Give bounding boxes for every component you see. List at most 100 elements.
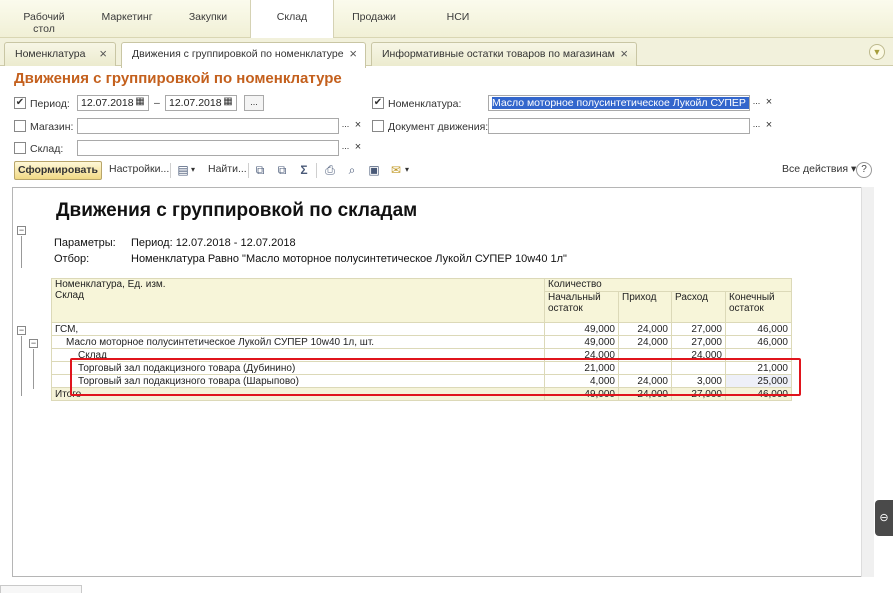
print-icon[interactable]: ⎙ xyxy=(322,162,338,178)
collapse-icon[interactable]: − xyxy=(29,339,38,348)
sum-icon[interactable]: Σ xyxy=(296,162,312,178)
row-expense: 27,000 xyxy=(671,322,726,336)
separator xyxy=(170,163,171,178)
close-icon[interactable]: × xyxy=(99,46,107,61)
close-icon[interactable]: × xyxy=(620,46,628,61)
document-field[interactable] xyxy=(488,118,750,134)
header-start-balance: Начальный остаток xyxy=(544,291,619,323)
group-line xyxy=(21,336,22,396)
mail-icon[interactable]: ✉ xyxy=(388,162,404,178)
copy-icon[interactable]: ⧉ xyxy=(252,162,268,178)
close-icon[interactable]: × xyxy=(763,96,775,108)
table-header-row: Номенклатура, Ед. изм. Склад Количество xyxy=(51,277,792,323)
collapse-icon[interactable]: − xyxy=(17,326,26,335)
help-icon[interactable]: ? xyxy=(856,162,872,178)
document-label: Документ движения: xyxy=(388,121,489,133)
separator xyxy=(248,163,249,178)
variant-icon[interactable]: ▤ xyxy=(175,162,191,178)
close-icon[interactable]: × xyxy=(349,46,357,61)
store-field[interactable] xyxy=(77,118,339,134)
close-icon[interactable]: × xyxy=(352,119,364,131)
close-icon[interactable]: × xyxy=(352,141,364,153)
collapse-icon[interactable]: − xyxy=(17,226,26,235)
store-label: Магазин: xyxy=(30,121,74,133)
header-nomenclature-line2: Склад xyxy=(55,290,84,301)
side-panel-icon[interactable]: ⊖ xyxy=(875,500,893,536)
calendar-icon[interactable]: ▦ xyxy=(134,96,146,107)
sections-panel: Рабочий стол Маркетинг Закупки Склад Про… xyxy=(0,0,893,39)
header-expense: Расход xyxy=(671,291,726,323)
section-sales[interactable]: Продажи xyxy=(344,0,404,38)
bottom-panel-tab[interactable] xyxy=(0,585,82,593)
row-start: 49,000 xyxy=(544,322,619,336)
store-select-button[interactable]: ... xyxy=(339,118,352,134)
row-name: ГСМ, xyxy=(51,322,545,336)
table-row[interactable]: ГСМ, 49,000 24,000 27,000 46,000 xyxy=(51,322,792,336)
header-nomenclature: Номенклатура, Ед. изм. Склад xyxy=(51,278,545,323)
chevron-down-icon[interactable]: ▾ xyxy=(191,165,195,174)
params-label: Параметры: xyxy=(54,237,116,249)
period-checkbox[interactable]: ✔ xyxy=(14,97,26,109)
period-dash: – xyxy=(154,97,160,109)
generate-button[interactable]: Сформировать xyxy=(14,161,102,180)
warehouse-select-button[interactable]: ... xyxy=(339,140,352,156)
section-marketing[interactable]: Маркетинг xyxy=(92,0,162,38)
all-actions-menu[interactable]: Все действия ▾ xyxy=(782,163,856,175)
warehouse-field[interactable] xyxy=(77,140,339,156)
nomenclature-checkbox[interactable]: ✔ xyxy=(372,97,384,109)
save-icon[interactable]: ▣ xyxy=(366,162,382,178)
vertical-scrollbar[interactable] xyxy=(861,187,874,577)
calendar-icon[interactable]: ▦ xyxy=(222,96,234,107)
open-tabs-bar: Номенклатура × Движения с группировкой п… xyxy=(0,38,893,68)
tab-movements-by-nomenclature[interactable]: Движения с группировкой по номенклатуре … xyxy=(121,42,366,68)
row-income: 24,000 xyxy=(618,322,672,336)
tab-nomenclature[interactable]: Номенклатура × xyxy=(4,42,116,66)
period-select-button[interactable]: ... xyxy=(244,95,264,111)
section-purchases[interactable]: Закупки xyxy=(178,0,238,38)
header-nomenclature-line1: Номенклатура, Ед. изм. xyxy=(55,279,166,290)
nomenclature-label: Номенклатура: xyxy=(388,98,462,110)
page-title: Движения с группировкой по номенклатуре xyxy=(14,70,342,87)
section-desktop[interactable]: Рабочий стол xyxy=(14,0,74,38)
row-end: 46,000 xyxy=(725,322,792,336)
tab-informative-balances[interactable]: Информативные остатки товаров по магазин… xyxy=(371,42,637,66)
document-select-button[interactable]: ... xyxy=(750,118,763,134)
filter-value: Номенклатура Равно "Масло моторное полус… xyxy=(131,253,567,265)
document-checkbox[interactable] xyxy=(372,120,384,132)
row-name: Масло моторное полусинтетическое Лукойл … xyxy=(51,335,545,349)
section-nsi[interactable]: НСИ xyxy=(430,0,486,38)
header-end-balance-line1: Конечный xyxy=(729,292,775,304)
highlight-annotation xyxy=(70,358,801,396)
section-warehouse[interactable]: Склад xyxy=(250,0,334,39)
tab-label: Номенклатура xyxy=(15,48,86,60)
header-start-balance-line1: Начальный xyxy=(548,292,601,304)
command-bar: Сформировать Настройки... ▤ ▾ Найти... ⧉… xyxy=(12,160,880,182)
nomenclature-field[interactable]: Масло моторное полусинтетическое Лукойл … xyxy=(488,95,750,111)
row-start: 49,000 xyxy=(544,335,619,349)
period-from-value: 12.07.2018 xyxy=(81,97,134,109)
paste-icon[interactable]: ⧉ xyxy=(274,162,290,178)
warehouse-label: Склад: xyxy=(30,143,64,155)
report-title: Движения с группировкой по складам xyxy=(56,200,418,221)
find-button[interactable]: Найти... xyxy=(208,163,247,175)
store-checkbox[interactable] xyxy=(14,120,26,132)
nomenclature-select-button[interactable]: ... xyxy=(750,95,763,111)
table-row[interactable]: Масло моторное полусинтетическое Лукойл … xyxy=(51,335,792,349)
tab-label: Информативные остатки товаров по магазин… xyxy=(382,48,615,60)
group-line xyxy=(21,236,22,268)
chevron-down-icon[interactable]: ▼ xyxy=(869,44,885,60)
filter-label: Отбор: xyxy=(54,253,90,265)
preview-icon[interactable]: ⌕ xyxy=(344,162,360,178)
header-end-balance-line2: остаток xyxy=(729,303,764,315)
settings-button[interactable]: Настройки... xyxy=(109,163,169,175)
warehouse-checkbox[interactable] xyxy=(14,142,26,154)
period-to-value: 12.07.2018 xyxy=(169,97,222,109)
close-icon[interactable]: × xyxy=(763,119,775,131)
params-value: Период: 12.07.2018 - 12.07.2018 xyxy=(131,237,296,249)
row-income: 24,000 xyxy=(618,335,672,349)
chevron-down-icon[interactable]: ▾ xyxy=(405,165,409,174)
row-expense: 27,000 xyxy=(671,335,726,349)
tab-label: Движения с группировкой по номенклатуре xyxy=(132,48,344,60)
row-end: 46,000 xyxy=(725,335,792,349)
group-line xyxy=(33,349,34,389)
